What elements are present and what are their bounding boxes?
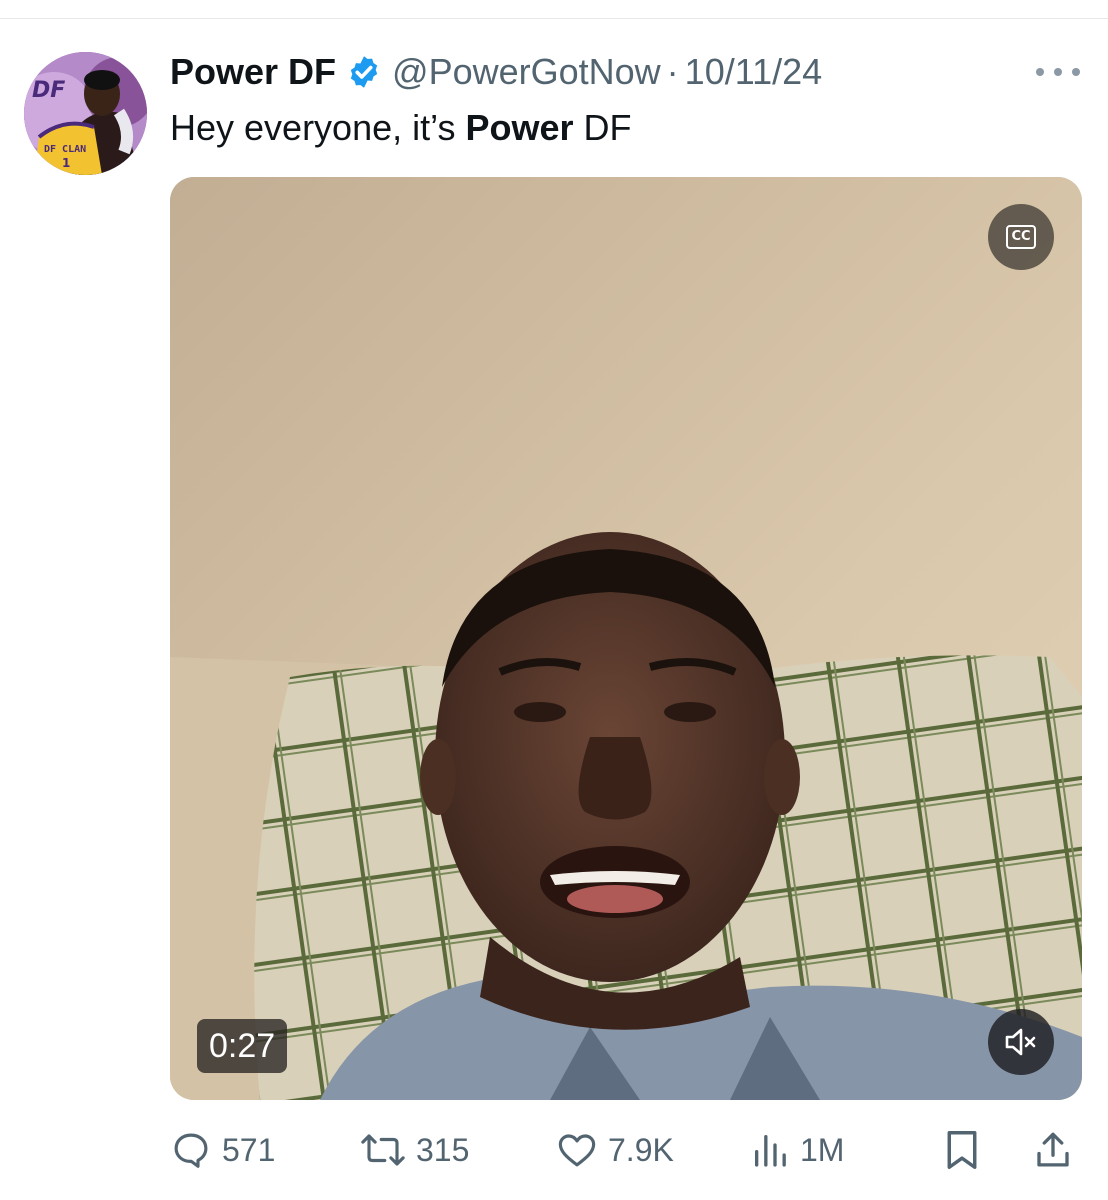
avatar-logo-text: DF (32, 78, 65, 103)
views-count: 1M (800, 1131, 845, 1168)
repost-count: 315 (416, 1131, 470, 1168)
cc-icon: CC (1006, 225, 1036, 249)
avatar-image: DF DF CLAN 1 (24, 52, 147, 175)
verified-badge-icon (350, 56, 378, 88)
tweet-screen: DF DF CLAN 1 Power DF @PowerGotNow · 10/… (0, 0, 1108, 1200)
reply-icon (174, 1133, 208, 1168)
share-button[interactable] (1032, 1120, 1074, 1180)
video-frame (170, 177, 1082, 1100)
like-count: 7.9K (608, 1131, 674, 1168)
reply-count: 571 (222, 1131, 276, 1168)
share-icon (1037, 1132, 1069, 1167)
user-handle[interactable]: @PowerGotNow (392, 50, 661, 94)
avatar[interactable]: DF DF CLAN 1 (24, 52, 147, 175)
action-bar: 571 315 7.9K 1M (0, 1120, 1108, 1180)
display-name[interactable]: Power DF (170, 50, 336, 94)
views-icon (755, 1135, 786, 1167)
captions-button[interactable]: CC (988, 204, 1054, 270)
more-dot (1072, 68, 1080, 76)
more-dot (1036, 68, 1044, 76)
avatar-jersey-number: 1 (62, 156, 70, 170)
bookmark-button[interactable] (942, 1120, 982, 1180)
tweet-text: Hey everyone, it’s Power DF (170, 104, 632, 152)
avatar-jersey-text: DF CLAN (44, 144, 86, 155)
tweet-text-bold: Power (465, 107, 574, 148)
tweet-text-suffix: DF (573, 107, 632, 148)
reply-button[interactable]: 571 (170, 1120, 275, 1180)
repost-icon (361, 1134, 405, 1166)
more-options-icon[interactable] (1036, 58, 1080, 86)
like-button[interactable]: 7.9K (556, 1120, 674, 1180)
separator-dot: · (666, 51, 679, 92)
tweet-header: Power DF @PowerGotNow · 10/11/24 (170, 50, 822, 94)
video-duration: 0:27 (197, 1019, 288, 1073)
video-player[interactable]: CC 0:27 (170, 177, 1082, 1100)
bookmark-icon (947, 1131, 977, 1169)
more-dot (1054, 68, 1062, 76)
repost-button[interactable]: 315 (360, 1120, 469, 1180)
views-button[interactable]: 1M (750, 1120, 844, 1180)
top-divider (0, 18, 1108, 19)
like-icon (558, 1134, 596, 1167)
tweet-date[interactable]: 10/11/24 (685, 50, 822, 94)
tweet-text-prefix: Hey everyone, it’s (170, 107, 466, 148)
mute-button[interactable] (988, 1009, 1054, 1075)
mute-icon (1005, 1028, 1036, 1056)
